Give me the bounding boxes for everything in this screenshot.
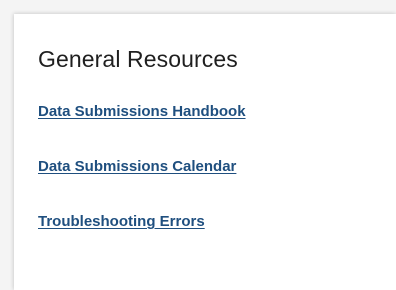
list-item: Data Submissions Handbook [38, 103, 246, 121]
general-resources-panel: General Resources Data Submissions Handb… [14, 14, 396, 290]
data-submissions-handbook-link[interactable]: Data Submissions Handbook [38, 103, 246, 120]
troubleshooting-errors-link[interactable]: Troubleshooting Errors [38, 213, 205, 230]
panel-title: General Resources [38, 46, 238, 72]
resource-links-list: Data Submissions Handbook Data Submissio… [38, 103, 246, 268]
data-submissions-calendar-link[interactable]: Data Submissions Calendar [38, 158, 236, 175]
list-item: Data Submissions Calendar [38, 158, 246, 176]
list-item: Troubleshooting Errors [38, 213, 246, 231]
